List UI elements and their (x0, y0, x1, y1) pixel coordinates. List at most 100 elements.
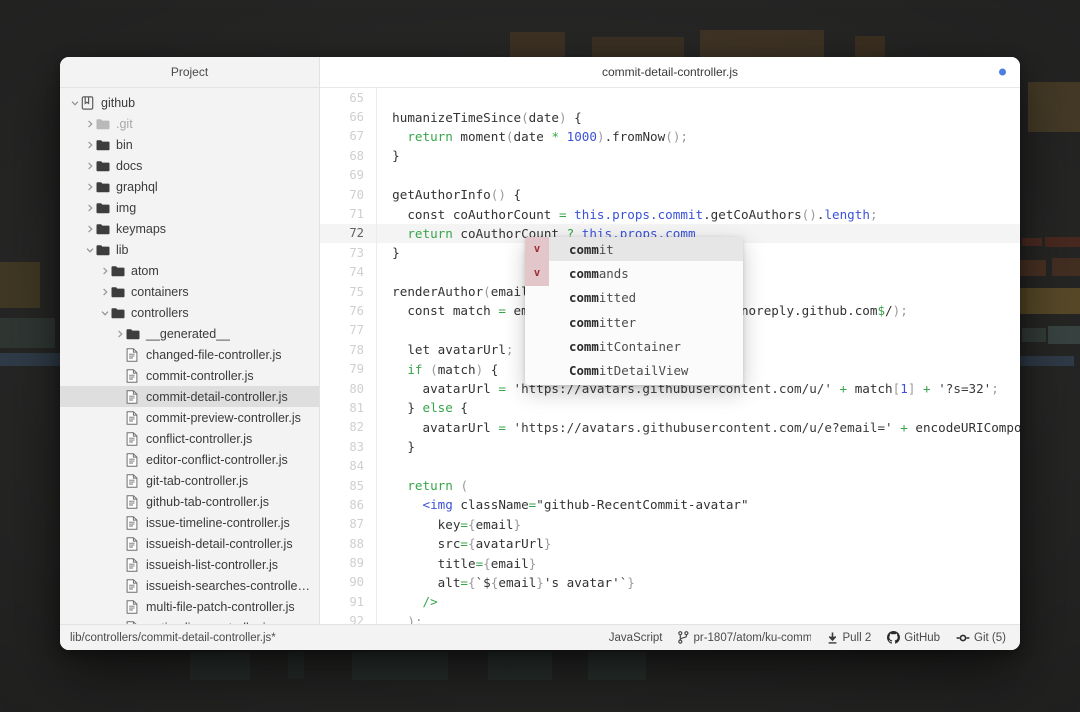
file-tree-folder[interactable]: keymaps (60, 218, 319, 239)
chevron-right-icon[interactable] (98, 288, 111, 296)
background-accent-rect (588, 652, 646, 680)
file-tree-file[interactable]: conflict-controller.js (60, 428, 319, 449)
file-tree-folder[interactable]: docs (60, 155, 319, 176)
file-tree-file[interactable]: multi-file-patch-controller.js (60, 596, 319, 617)
tab-commit-detail-controller[interactable]: commit-detail-controller.js (320, 65, 1020, 79)
autocomplete-label: committed (549, 290, 636, 305)
file-icon (126, 368, 143, 383)
folder-icon (96, 160, 113, 172)
code-text: ); (407, 613, 423, 624)
autocomplete-item[interactable]: v commands (525, 261, 743, 286)
background-accent-rect (1048, 326, 1080, 344)
code-line[interactable]: 81 } else { (320, 398, 1020, 418)
file-tree-folder[interactable]: lib (60, 239, 319, 260)
code-text: let avatarUrl; (377, 342, 514, 358)
line-number: 82 (349, 420, 364, 435)
code-line[interactable]: 68 } (320, 146, 1020, 166)
file-tree-folder[interactable]: github (60, 92, 319, 113)
status-grammar[interactable]: JavaScript (609, 632, 663, 644)
line-number: 70 (349, 187, 364, 202)
file-tree-folder[interactable]: bin (60, 134, 319, 155)
chevron-down-icon[interactable] (68, 99, 81, 107)
code-line[interactable]: 90 alt={`${email}'s avatar'`} (320, 572, 1020, 593)
code-editor[interactable]: 65 66 humanizeTimeSince(date) {67 return … (320, 88, 1020, 624)
file-tree[interactable]: github .git bin docs graphql img keymaps lib ato… (60, 88, 319, 624)
code-line[interactable]: 82 avatarUrl = 'https://avatars.githubus… (320, 417, 1020, 438)
code-text: key={email} (377, 516, 522, 532)
code-text: avatarUrl = 'https://avatars.githubuserc… (377, 419, 1020, 435)
file-tree-label: __generated__ (146, 326, 231, 341)
editor-pane: commit-detail-controller.js 65 66 humaniz… (320, 57, 1020, 624)
file-tree-file[interactable]: issueish-searches-controller.js (60, 575, 319, 596)
file-icon (126, 389, 143, 404)
autocomplete-item[interactable]: committer (525, 310, 743, 334)
file-tree-file[interactable]: github-tab-controller.js (60, 491, 319, 512)
chevron-down-icon[interactable] (98, 309, 111, 317)
file-tree-label: commit-preview-controller.js (146, 410, 301, 425)
file-tree-folder[interactable]: __generated__ (60, 323, 319, 344)
chevron-right-icon[interactable] (83, 225, 96, 233)
file-tree-file[interactable]: issueish-detail-controller.js (60, 533, 319, 554)
chevron-right-icon[interactable] (83, 120, 96, 128)
file-tree-file[interactable]: editor-conflict-controller.js (60, 449, 319, 470)
code-line[interactable]: 69 (320, 165, 1020, 185)
folder-icon (96, 202, 113, 214)
code-line[interactable]: 87 key={email} (320, 514, 1020, 534)
status-branch[interactable]: pr-1807/atom/ku-comm (678, 631, 811, 644)
autocomplete-item[interactable]: committed (525, 286, 743, 310)
line-number: 66 (349, 110, 364, 125)
file-tree-file[interactable]: git-tab-controller.js (60, 470, 319, 491)
autocomplete-item[interactable]: CommitDetailView (525, 358, 743, 382)
line-number: 71 (349, 207, 364, 222)
file-tree-file[interactable]: commit-preview-controller.js (60, 407, 319, 428)
code-line[interactable]: 91 /> (320, 592, 1020, 612)
code-line[interactable]: 66 humanizeTimeSince(date) { (320, 107, 1020, 127)
chevron-right-icon[interactable] (83, 204, 96, 212)
status-git[interactable]: Git (5) (956, 632, 1006, 644)
code-line[interactable]: 84 (320, 456, 1020, 476)
code-line[interactable]: 70 getAuthorInfo() { (320, 184, 1020, 205)
file-tree-folder[interactable]: atom (60, 260, 319, 281)
code-line[interactable]: 71 const coAuthorCount = this.props.comm… (320, 204, 1020, 224)
chevron-right-icon[interactable] (83, 183, 96, 191)
code-line[interactable]: 83 } (320, 437, 1020, 457)
code-line[interactable]: 92 ); (320, 611, 1020, 624)
chevron-right-icon[interactable] (83, 162, 96, 170)
code-line[interactable]: 85 return ( (320, 475, 1020, 496)
file-tree-file[interactable]: issue-timeline-controller.js (60, 512, 319, 533)
file-tree-label: issueish-list-controller.js (146, 557, 278, 572)
chevron-right-icon[interactable] (113, 330, 126, 338)
file-tree-folder[interactable]: graphql (60, 176, 319, 197)
file-tree-file[interactable]: pr-timeline-controller.js (60, 617, 319, 624)
chevron-down-icon[interactable] (83, 246, 96, 254)
code-line[interactable]: 86 <img className="github-RecentCommit-a… (320, 495, 1020, 515)
chevron-right-icon[interactable] (83, 141, 96, 149)
file-icon (126, 578, 143, 593)
code-line[interactable]: 89 title={email} (320, 553, 1020, 573)
project-panel-title: Project (60, 57, 319, 88)
modified-indicator-dot[interactable] (999, 68, 1006, 76)
autocomplete-item[interactable]: v commit (525, 237, 743, 262)
code-text: <img className="github-RecentCommit-avat… (422, 497, 749, 513)
file-tree-folder[interactable]: .git (60, 113, 319, 134)
autocomplete-popup[interactable]: v commit v commands committed committer commit… (525, 237, 743, 385)
file-tree-folder[interactable]: img (60, 197, 319, 218)
autocomplete-item[interactable]: commitContainer (525, 334, 743, 358)
code-line[interactable]: 65 (320, 88, 1020, 108)
code-line[interactable]: 67 return moment(date * 1000).fromNow(); (320, 126, 1020, 147)
file-tree-file[interactable]: commit-controller.js (60, 365, 319, 386)
line-number: 65 (349, 90, 364, 105)
file-tree-folder[interactable]: containers (60, 281, 319, 302)
file-tree-label: commit-controller.js (146, 368, 254, 383)
file-tree-label: issue-timeline-controller.js (146, 515, 290, 530)
code-text: alt={`${email}'s avatar'`} (377, 574, 635, 590)
code-line[interactable]: 88 src={avatarUrl} (320, 533, 1020, 554)
file-tree-folder[interactable]: controllers (60, 302, 319, 323)
status-github[interactable]: GitHub (887, 631, 940, 644)
file-tree-file[interactable]: changed-file-controller.js (60, 344, 319, 365)
file-icon (126, 515, 143, 530)
file-tree-file[interactable]: commit-detail-controller.js (60, 386, 319, 407)
status-pull[interactable]: Pull 2 (827, 632, 871, 644)
chevron-right-icon[interactable] (98, 267, 111, 275)
file-tree-file[interactable]: issueish-list-controller.js (60, 554, 319, 575)
